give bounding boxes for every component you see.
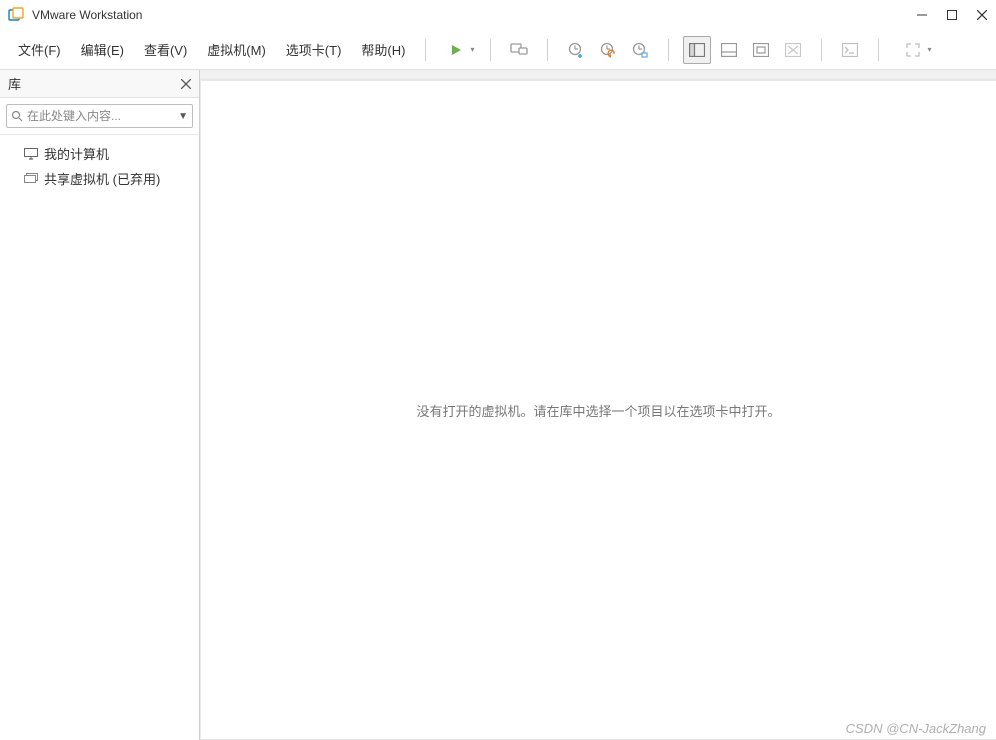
library-sidebar: 库 ▼ 我的计算机 [0, 70, 200, 740]
clock-plus-icon [568, 42, 584, 58]
tree-item-my-computer[interactable]: 我的计算机 [4, 141, 195, 166]
fullscreen-icon [753, 43, 769, 57]
close-button[interactable] [976, 9, 988, 21]
separator [490, 39, 491, 61]
menu-vm[interactable]: 虚拟机(M) [197, 36, 276, 63]
separator [821, 39, 822, 61]
titlebar: VMware Workstation [0, 0, 996, 30]
viewport: 没有打开的虚拟机。请在库中选择一个项目以在选项卡中打开。 [200, 80, 996, 740]
window-controls [916, 9, 988, 21]
toolbar: ▾ [436, 36, 933, 64]
minimize-button[interactable] [916, 9, 928, 21]
menu-edit[interactable]: 编辑(E) [71, 36, 134, 63]
revert-snapshot-button[interactable] [594, 36, 622, 64]
library-tree: 我的计算机 共享虚拟机 (已弃用) [0, 135, 199, 740]
window-title: VMware Workstation [32, 8, 916, 22]
console-view-button[interactable] [836, 36, 864, 64]
menu-items: 文件(F) 编辑(E) 查看(V) 虚拟机(M) 选项卡(T) 帮助(H) [8, 36, 415, 63]
maximize-button[interactable] [946, 9, 958, 21]
clock-manage-icon [632, 42, 648, 58]
tabstrip [200, 70, 996, 80]
shared-vm-icon [24, 172, 38, 186]
library-title: 库 [8, 74, 21, 93]
menubar: 文件(F) 编辑(E) 查看(V) 虚拟机(M) 选项卡(T) 帮助(H) ▾ [0, 30, 996, 70]
show-library-button[interactable] [683, 36, 711, 64]
menu-tabs[interactable]: 选项卡(T) [276, 36, 352, 63]
search-icon [11, 110, 23, 122]
separator [878, 39, 879, 61]
send-cad-button[interactable] [505, 36, 533, 64]
play-icon [449, 43, 463, 57]
chevron-down-icon: ▾ [927, 45, 931, 54]
stretch-guest-button[interactable]: ▾ [893, 36, 933, 64]
console-icon [842, 43, 858, 57]
app-icon [8, 7, 24, 23]
separator [668, 39, 669, 61]
library-pane-icon [689, 43, 705, 57]
thumbnail-view-button[interactable] [715, 36, 743, 64]
manage-snapshots-button[interactable] [626, 36, 654, 64]
unity-button[interactable] [779, 36, 807, 64]
unity-icon [785, 43, 801, 57]
search-dropdown-button[interactable]: ▼ [178, 111, 188, 122]
search-row: ▼ [0, 98, 199, 135]
tree-item-shared-vms[interactable]: 共享虚拟机 (已弃用) [4, 166, 195, 191]
power-on-button[interactable]: ▾ [436, 36, 476, 64]
monitor-icon [24, 147, 38, 161]
stretch-icon [906, 43, 920, 57]
close-icon [181, 79, 191, 89]
take-snapshot-button[interactable] [562, 36, 590, 64]
thumbnail-icon [721, 43, 737, 57]
main-area: 库 ▼ 我的计算机 [0, 70, 996, 740]
separator [547, 39, 548, 61]
library-close-button[interactable] [181, 79, 191, 89]
fullscreen-button[interactable] [747, 36, 775, 64]
library-header: 库 [0, 70, 199, 98]
chevron-down-icon: ▾ [470, 45, 474, 54]
empty-state-message: 没有打开的虚拟机。请在库中选择一个项目以在选项卡中打开。 [416, 401, 780, 420]
tree-item-label: 共享虚拟机 (已弃用) [44, 169, 160, 188]
tree-item-label: 我的计算机 [44, 144, 109, 163]
menu-help[interactable]: 帮助(H) [351, 36, 415, 63]
separator [425, 39, 426, 61]
screen-send-icon [510, 42, 528, 58]
clock-revert-icon [600, 42, 616, 58]
search-box[interactable]: ▼ [6, 104, 193, 128]
search-input[interactable] [27, 109, 178, 123]
menu-view[interactable]: 查看(V) [134, 36, 197, 63]
menu-file[interactable]: 文件(F) [8, 36, 71, 63]
content-area: 没有打开的虚拟机。请在库中选择一个项目以在选项卡中打开。 [200, 70, 996, 740]
